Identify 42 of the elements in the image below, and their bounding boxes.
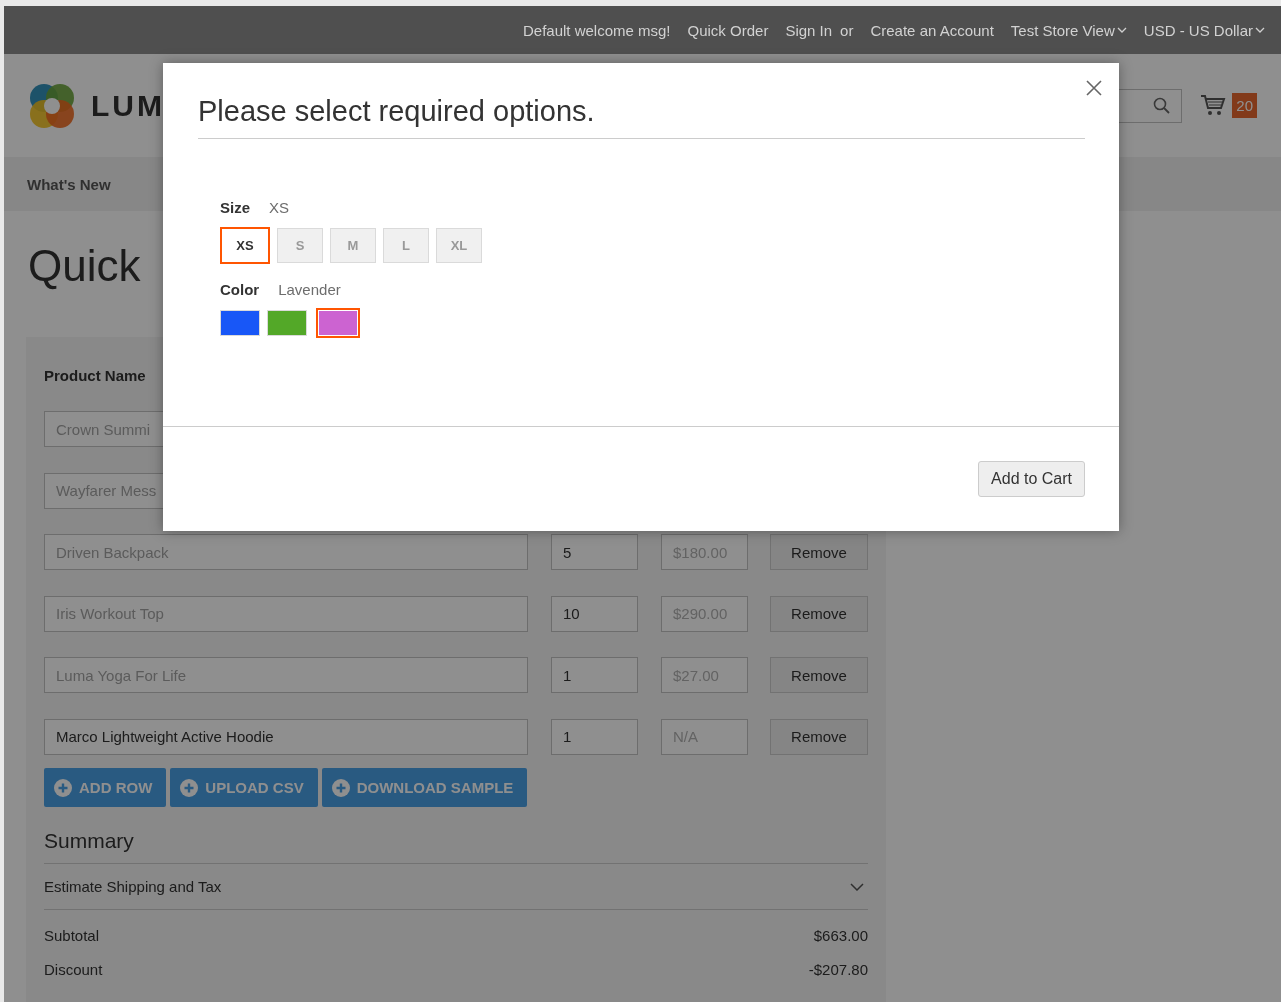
size-swatch[interactable]: L: [383, 228, 429, 263]
summary-label: Discount: [44, 961, 103, 978]
size-swatch[interactable]: XL: [436, 228, 482, 263]
header-link[interactable]: Quick Order: [687, 21, 769, 39]
cart-icon[interactable]: [1200, 93, 1227, 118]
size-swatch[interactable]: M: [330, 228, 376, 263]
option-label: Size: [220, 199, 250, 216]
cart-count-badge: 20: [1232, 93, 1257, 118]
remove-button[interactable]: Remove: [770, 718, 868, 755]
switcher-dropdown[interactable]: Test Store View: [1010, 21, 1127, 39]
quantity-field[interactable]: 1: [551, 718, 638, 755]
switcher-dropdown[interactable]: USD - US Dollar: [1143, 21, 1265, 39]
close-button[interactable]: [1086, 80, 1102, 96]
search-icon: [1153, 96, 1172, 115]
column-header: Product Name: [44, 367, 147, 386]
modal-title: Please select required options.: [198, 95, 1085, 139]
caret-icon: [1116, 27, 1127, 33]
header-link[interactable]: Create an Account: [870, 21, 994, 39]
header-link[interactable]: Sign In: [785, 21, 833, 39]
plus-circle-icon: [331, 778, 350, 797]
estimate-shipping-toggle[interactable]: Estimate Shipping and Tax: [44, 863, 868, 910]
color-swatch[interactable]: [316, 308, 360, 338]
nav-item[interactable]: What's New: [27, 175, 111, 193]
caret-icon: [1255, 27, 1265, 33]
summary-label: Subtotal: [44, 927, 100, 944]
or-text: or: [840, 21, 854, 39]
size-swatch[interactable]: S: [277, 228, 323, 263]
size-swatch[interactable]: XS: [220, 227, 270, 264]
close-icon: [1086, 80, 1102, 96]
option-value: Lavender: [278, 281, 341, 298]
summary-value: $663.00: [813, 927, 868, 944]
option-label: Color: [220, 281, 260, 298]
plus-circle-icon: [180, 778, 199, 797]
logo-text: LUM: [91, 88, 165, 123]
plus-circle-icon: [54, 778, 72, 797]
summary-value: -$207.80: [808, 961, 868, 978]
product-field[interactable]: Marco Lightweight Active Hoodie: [44, 718, 528, 755]
welcome-message: Default welcome msg!: [522, 21, 671, 39]
add-to-cart-button[interactable]: Add to Cart: [978, 461, 1085, 497]
option-value: XS: [269, 199, 290, 216]
summary-title: Summary: [44, 829, 135, 854]
page-title: Quick: [28, 241, 141, 292]
